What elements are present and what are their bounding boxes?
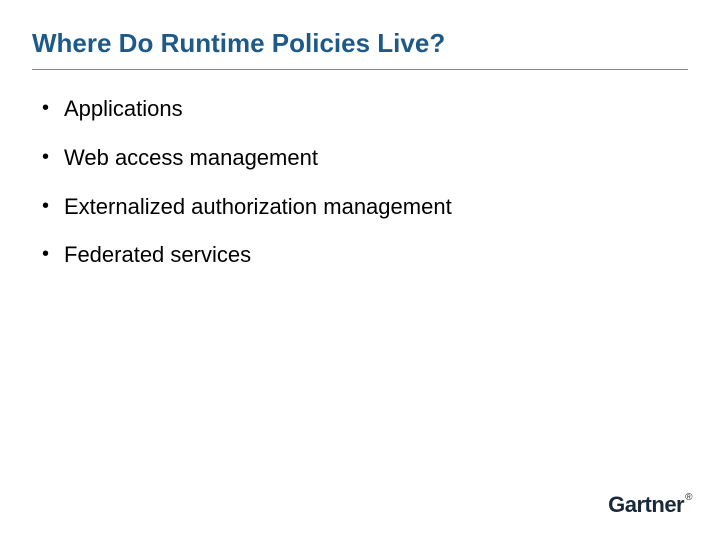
bullet-list: Applications Web access management Exter… [32,94,688,271]
logo-text: Gartner [608,492,684,517]
registered-mark: ® [685,492,692,503]
slide-title: Where Do Runtime Policies Live? [32,28,688,70]
slide: Where Do Runtime Policies Live? Applicat… [0,0,720,540]
list-item: Applications [38,94,688,125]
list-item: Web access management [38,143,688,174]
list-item: Externalized authorization management [38,192,688,223]
list-item: Federated services [38,240,688,271]
gartner-logo: Gartner® [608,492,692,518]
